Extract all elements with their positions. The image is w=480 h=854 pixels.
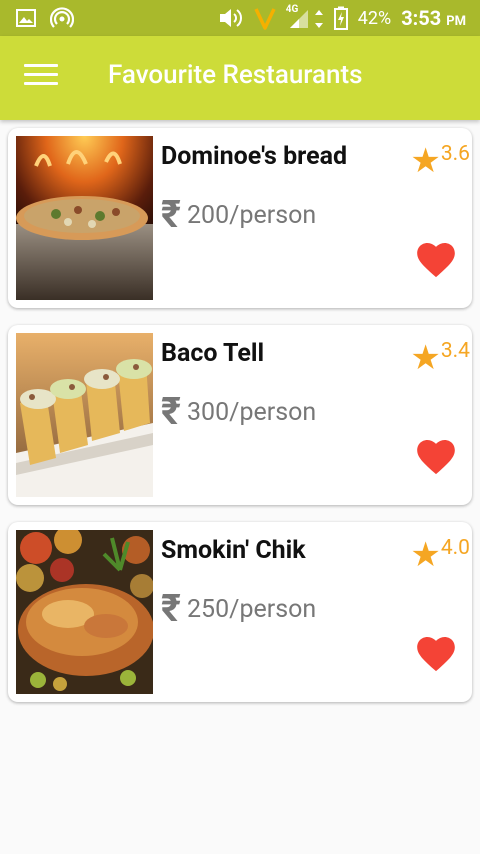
rating: ★ 4.0 (410, 536, 470, 572)
data-arrows-icon (314, 10, 323, 28)
hotspot-icon (50, 7, 74, 28)
star-icon: ★ (410, 535, 441, 575)
heart-icon[interactable] (416, 242, 456, 278)
status-bar: 4G 42% 3:53 PM (0, 0, 480, 36)
volte-icon (254, 8, 276, 30)
hamburger-menu-icon[interactable] (24, 64, 58, 92)
price: ₹ 200/person (161, 196, 316, 234)
rating-value: 4.0 (440, 536, 470, 560)
rating-value: 3.6 (440, 142, 470, 166)
price-value: 250/person (186, 594, 317, 624)
signal-icon (289, 10, 308, 28)
battery-charging-icon (333, 6, 348, 30)
star-icon: ★ (410, 141, 441, 181)
app-bar: Favourite Restaurants (0, 36, 480, 120)
heart-icon[interactable] (416, 439, 456, 475)
restaurant-image-roast-chicken (16, 530, 153, 694)
restaurant-card[interactable]: Baco Tell ★ 3.4 ₹ 300/person (8, 325, 472, 505)
page-title: Favourite Restaurants (108, 60, 363, 90)
restaurant-card[interactable]: Dominoe's bread ★ 3.6 ₹ 200/person (8, 128, 472, 308)
rating-value: 3.4 (440, 339, 470, 363)
restaurant-name: Baco Tell (161, 339, 265, 368)
battery-percent: 42% (357, 7, 392, 29)
restaurant-image-pizza (16, 136, 153, 300)
restaurant-card[interactable]: Smokin' Chik ★ 4.0 ₹ 250/person (8, 522, 472, 702)
restaurant-name: Dominoe's bread (161, 142, 348, 171)
rating: ★ 3.6 (410, 142, 470, 178)
clock: 3:53 PM (401, 6, 466, 30)
restaurant-image-tacos (16, 333, 153, 497)
heart-icon[interactable] (416, 636, 456, 672)
price-value: 300/person (186, 397, 317, 427)
rupee-icon: ₹ (161, 390, 181, 434)
volume-icon (219, 9, 242, 27)
gallery-icon (16, 9, 36, 27)
star-icon: ★ (410, 338, 441, 378)
rupee-icon: ₹ (161, 587, 181, 631)
price: ₹ 300/person (161, 393, 316, 431)
rating: ★ 3.4 (410, 339, 470, 375)
signal-indicator: 4G (286, 4, 324, 30)
rupee-icon: ₹ (161, 193, 181, 237)
restaurant-name: Smokin' Chik (161, 536, 306, 565)
price-value: 200/person (186, 200, 317, 230)
price: ₹ 250/person (161, 590, 316, 628)
